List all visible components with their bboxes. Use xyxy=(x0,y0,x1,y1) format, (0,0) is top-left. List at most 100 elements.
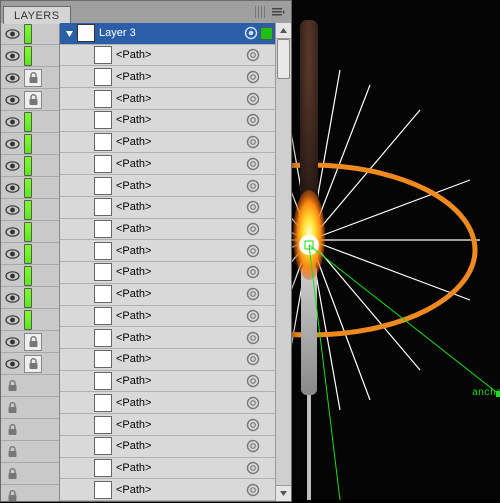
sublayer-row[interactable]: <Path> xyxy=(60,219,275,241)
tab-layers[interactable]: LAYERS xyxy=(3,6,71,24)
item-name[interactable]: <Path> xyxy=(116,332,246,344)
scroll-down-button[interactable] xyxy=(276,485,291,501)
sublayer-row[interactable]: <Path> xyxy=(60,110,275,132)
layer-name[interactable]: Layer 3 xyxy=(99,27,244,39)
item-name[interactable]: <Path> xyxy=(116,136,246,148)
eye-icon[interactable] xyxy=(3,201,21,219)
visibility-row[interactable] xyxy=(1,331,59,353)
panel-menu-button[interactable] xyxy=(271,5,285,19)
sublayer-row[interactable]: <Path> xyxy=(60,66,275,88)
sublayer-row[interactable]: <Path> xyxy=(60,132,275,154)
sublayer-row[interactable]: <Path> xyxy=(60,414,275,436)
sublayer-row[interactable]: <Path> xyxy=(60,240,275,262)
visibility-row[interactable] xyxy=(1,221,59,243)
scroll-track[interactable] xyxy=(276,39,291,485)
sublayer-row[interactable]: <Path> xyxy=(60,458,275,480)
item-name[interactable]: <Path> xyxy=(116,397,246,409)
target-icon[interactable] xyxy=(246,461,260,475)
item-name[interactable]: <Path> xyxy=(116,114,246,126)
visibility-row[interactable] xyxy=(1,133,59,155)
sublayer-row[interactable]: <Path> xyxy=(60,392,275,414)
visibility-row[interactable] xyxy=(1,287,59,309)
item-name[interactable]: <Path> xyxy=(116,419,246,431)
target-icon[interactable] xyxy=(246,157,260,171)
target-icon[interactable] xyxy=(246,439,260,453)
target-icon[interactable] xyxy=(246,113,260,127)
item-name[interactable]: <Path> xyxy=(116,375,246,387)
target-icon[interactable] xyxy=(246,309,260,323)
target-icon[interactable] xyxy=(246,222,260,236)
panel-grip-icon[interactable] xyxy=(255,6,265,18)
eye-icon[interactable] xyxy=(3,223,21,241)
target-icon[interactable] xyxy=(244,26,258,40)
lock-icon[interactable] xyxy=(3,399,21,417)
visibility-row[interactable] xyxy=(1,397,59,419)
item-name[interactable]: <Path> xyxy=(116,201,246,213)
sublayer-row[interactable]: <Path> xyxy=(60,349,275,371)
layer-row-selected[interactable]: Layer 3 xyxy=(60,23,275,45)
sublayer-row[interactable]: <Path> xyxy=(60,262,275,284)
sublayer-row[interactable]: <Path> xyxy=(60,153,275,175)
sublayer-row[interactable]: <Path> xyxy=(60,175,275,197)
visibility-row[interactable] xyxy=(1,155,59,177)
target-icon[interactable] xyxy=(246,70,260,84)
target-icon[interactable] xyxy=(246,92,260,106)
sublayer-row[interactable]: <Path> xyxy=(60,327,275,349)
visibility-row[interactable] xyxy=(1,89,59,111)
eye-icon[interactable] xyxy=(3,267,21,285)
visibility-row[interactable] xyxy=(1,23,59,45)
lock-icon[interactable] xyxy=(3,377,21,395)
target-icon[interactable] xyxy=(246,418,260,432)
item-name[interactable]: <Path> xyxy=(116,310,246,322)
sublayer-row[interactable]: <Path> xyxy=(60,371,275,393)
eye-icon[interactable] xyxy=(3,157,21,175)
sublayer-row[interactable]: <Path> xyxy=(60,45,275,67)
eye-icon[interactable] xyxy=(3,333,21,351)
visibility-row[interactable] xyxy=(1,111,59,133)
target-icon[interactable] xyxy=(246,483,260,497)
item-name[interactable]: <Path> xyxy=(116,93,246,105)
item-name[interactable]: <Path> xyxy=(116,49,246,61)
scroll-thumb[interactable] xyxy=(277,39,290,79)
visibility-row[interactable] xyxy=(1,67,59,89)
lock-icon[interactable] xyxy=(3,443,21,461)
target-icon[interactable] xyxy=(246,179,260,193)
scroll-up-button[interactable] xyxy=(276,23,291,39)
target-icon[interactable] xyxy=(246,200,260,214)
eye-icon[interactable] xyxy=(3,135,21,153)
item-name[interactable]: <Path> xyxy=(116,71,246,83)
target-icon[interactable] xyxy=(246,244,260,258)
item-name[interactable]: <Path> xyxy=(116,353,246,365)
eye-icon[interactable] xyxy=(3,91,21,109)
visibility-row[interactable] xyxy=(1,419,59,441)
sublayer-row[interactable]: <Path> xyxy=(60,479,275,501)
target-icon[interactable] xyxy=(246,265,260,279)
sublayer-row[interactable]: <Path> xyxy=(60,197,275,219)
item-name[interactable]: <Path> xyxy=(116,245,246,257)
sublayer-row[interactable]: <Path> xyxy=(60,284,275,306)
lock-icon[interactable] xyxy=(3,465,21,483)
eye-icon[interactable] xyxy=(3,179,21,197)
lock-icon[interactable] xyxy=(3,421,21,439)
target-icon[interactable] xyxy=(246,352,260,366)
item-name[interactable]: <Path> xyxy=(116,288,246,300)
visibility-row[interactable] xyxy=(1,243,59,265)
target-icon[interactable] xyxy=(246,135,260,149)
visibility-row[interactable] xyxy=(1,199,59,221)
item-name[interactable]: <Path> xyxy=(116,158,246,170)
scrollbar[interactable] xyxy=(275,23,291,501)
item-name[interactable]: <Path> xyxy=(116,440,246,452)
visibility-row[interactable] xyxy=(1,177,59,199)
visibility-row[interactable] xyxy=(1,375,59,397)
item-name[interactable]: <Path> xyxy=(116,266,246,278)
eye-icon[interactable] xyxy=(3,113,21,131)
item-name[interactable]: <Path> xyxy=(116,180,246,192)
eye-icon[interactable] xyxy=(3,245,21,263)
target-icon[interactable] xyxy=(246,374,260,388)
eye-icon[interactable] xyxy=(3,47,21,65)
sublayer-row[interactable]: <Path> xyxy=(60,306,275,328)
visibility-row[interactable] xyxy=(1,309,59,331)
visibility-row[interactable] xyxy=(1,265,59,287)
visibility-row[interactable] xyxy=(1,463,59,485)
eye-icon[interactable] xyxy=(3,355,21,373)
